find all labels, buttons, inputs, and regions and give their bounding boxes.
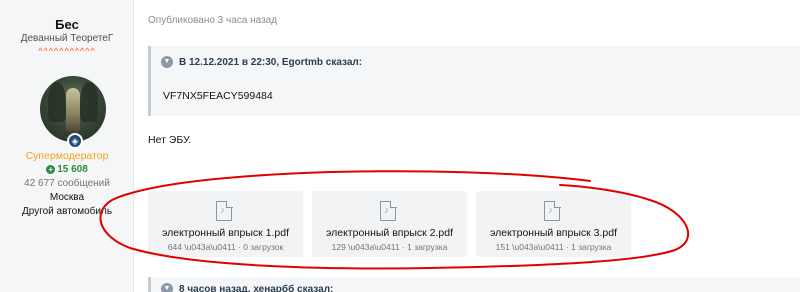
reply-text: Нет ЭБУ.: [148, 134, 192, 146]
attachment-meta: 151 \u043a\u0411 · 1 загрузка: [495, 242, 612, 252]
attachment-2[interactable]: электронный впрыск 2.pdf 129 \u043a\u041…: [312, 191, 467, 257]
user-location: Москва: [49, 192, 85, 203]
attachment-1[interactable]: электронный впрыск 1.pdf 644 \u043a\u041…: [148, 191, 303, 257]
avatar-wing-left: [48, 82, 66, 122]
reaction-score-value: 15 608: [57, 164, 88, 175]
author-sidebar: Бес Деванный ТеоретеГ ^^^^^^^^^^^ ◈ Супе…: [0, 0, 134, 292]
next-quote-header-text[interactable]: 8 часов назад, хенарбб сказал:: [179, 284, 333, 292]
attachment-name[interactable]: электронный впрыск 3.pdf: [476, 227, 631, 239]
user-title: Деванный ТеоретеГ: [20, 33, 114, 44]
next-quote-header[interactable]: ▼ 8 часов назад, хенарбб сказал:: [161, 283, 333, 292]
plus-icon: +: [46, 165, 56, 174]
attachment-3[interactable]: электронный впрыск 3.pdf 151 \u043a\u041…: [476, 191, 631, 257]
quote-text: VF7NX5FEACY599484: [163, 90, 273, 102]
username[interactable]: Бес: [0, 17, 134, 32]
quote-block: ▼ В 12.12.2021 в 22:30, Egortmb сказал: …: [148, 46, 800, 116]
quote-header-text[interactable]: В 12.12.2021 в 22:30, Egortmb сказал:: [179, 57, 362, 68]
post-date[interactable]: Опубликовано 3 часа назад: [148, 15, 277, 26]
shield-icon: ◈: [67, 133, 83, 149]
pdf-icon: [380, 200, 397, 221]
avatar-wing-right: [80, 82, 98, 122]
message-count: 42 677 сообщений: [24, 178, 110, 189]
pdf-icon: [544, 200, 561, 221]
chevron-down-icon[interactable]: ▼: [161, 283, 173, 292]
user-banner: ^^^^^^^^^^^: [38, 46, 96, 56]
reaction-score: +15 608: [0, 164, 134, 175]
user-car: Другой автомобиль: [21, 206, 113, 217]
pdf-icon: [216, 200, 233, 221]
attachment-name[interactable]: электронный впрыск 1.pdf: [148, 227, 303, 239]
quote-header[interactable]: ▼ В 12.12.2021 в 22:30, Egortmb сказал:: [161, 56, 362, 68]
attachment-meta: 129 \u043a\u0411 · 1 загрузка: [331, 242, 448, 252]
attachment-meta: 644 \u043a\u0411 · 0 загрузок: [167, 242, 284, 252]
attachment-list: электронный впрыск 1.pdf 644 \u043a\u041…: [148, 191, 631, 257]
attachment-name[interactable]: электронный впрыск 2.pdf: [312, 227, 467, 239]
avatar-figure: [66, 88, 80, 132]
chevron-down-icon[interactable]: ▼: [161, 56, 173, 68]
user-role: Супермодератор: [25, 150, 109, 162]
next-quote-block: ▼ 8 часов назад, хенарбб сказал:: [148, 277, 800, 292]
